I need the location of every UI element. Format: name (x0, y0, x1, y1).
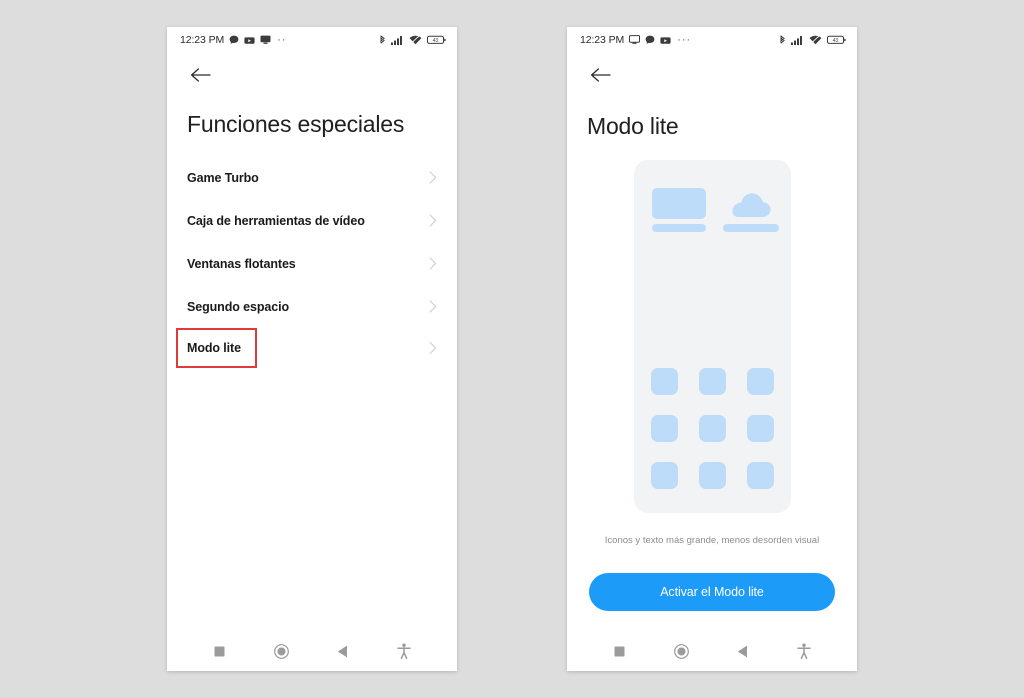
bluetooth-icon (780, 35, 785, 43)
chat-bubble-icon (229, 35, 239, 44)
app-icon-placeholder (746, 368, 774, 395)
cta-container: Activar el Modo lite (567, 573, 857, 611)
battery-icon: 43 (427, 35, 446, 44)
app-icon-placeholder (650, 462, 678, 489)
list-item-label: Game Turbo (187, 170, 259, 185)
battery-icon: 43 (827, 35, 846, 44)
list-item-label: Caja de herramientas de vídeo (187, 213, 365, 228)
page-title: Modo lite (587, 113, 679, 139)
app-icon-placeholder (650, 415, 678, 442)
list-item-game-turbo[interactable]: Game Turbo (187, 156, 437, 199)
back-triangle-icon[interactable] (328, 636, 358, 666)
status-bar: 12:23 PM ·· 43 (167, 27, 457, 53)
activate-modo-lite-button[interactable]: Activar el Modo lite (589, 573, 835, 611)
app-icon-placeholder (698, 415, 726, 442)
list-item-modo-lite[interactable]: Modo lite (176, 328, 437, 368)
list-item-caja-herramientas-video[interactable]: Caja de herramientas de vídeo (187, 199, 437, 242)
cast-screen-icon (260, 35, 271, 44)
app-icon-grid (650, 368, 774, 489)
bluetooth-icon (380, 35, 385, 43)
wifi-icon (809, 35, 822, 45)
accessibility-icon[interactable] (789, 636, 819, 666)
status-bar: 12:23 PM ··· 43 (567, 27, 857, 53)
home-circle-icon[interactable] (666, 636, 696, 666)
list-item-segundo-espacio[interactable]: Segundo espacio (187, 285, 437, 328)
status-bar-right: 43 (379, 35, 446, 46)
status-bar-left: 12:23 PM ·· (180, 34, 286, 46)
navigation-bar (167, 631, 457, 671)
app-icon-placeholder (698, 462, 726, 489)
status-bar-left: 12:23 PM ··· (580, 34, 691, 46)
cast-screen-icon (629, 35, 641, 44)
app-icon-placeholder (746, 415, 774, 442)
status-time: 12:23 PM (180, 34, 225, 46)
chevron-right-icon (429, 300, 437, 313)
home-circle-icon[interactable] (266, 636, 296, 666)
list-item-label: Modo lite (187, 341, 241, 355)
recents-square-icon[interactable] (205, 636, 235, 666)
status-time: 12:23 PM (580, 34, 625, 46)
app-icon-placeholder (698, 368, 726, 395)
back-triangle-icon[interactable] (728, 636, 758, 666)
chat-bubble-icon (645, 35, 655, 44)
bar-shape-left (651, 224, 706, 232)
list-item-label: Segundo espacio (187, 299, 289, 314)
back-row (567, 53, 857, 97)
signal-bars-icon (791, 36, 802, 45)
status-overflow-dots: ·· (277, 34, 287, 46)
page-title: Funciones especiales (187, 111, 405, 137)
app-icon-placeholder (650, 368, 678, 395)
list-item-label: Ventanas flotantes (187, 256, 296, 271)
chevron-right-icon (429, 341, 437, 355)
signal-bars-icon (391, 36, 402, 45)
back-arrow-icon[interactable] (587, 62, 613, 88)
wifi-icon (409, 35, 422, 45)
rounded-rectangle-shape (651, 188, 706, 219)
cloud-shape (731, 193, 771, 217)
status-overflow-dots: ··· (677, 34, 692, 46)
modo-lite-illustration (633, 160, 791, 513)
phone-screen-funciones-especiales: 12:23 PM ·· 43 Funciones especiales Game… (167, 27, 457, 671)
chevron-right-icon (429, 171, 437, 184)
chevron-right-icon (429, 257, 437, 270)
recents-square-icon[interactable] (605, 636, 635, 666)
back-arrow-icon[interactable] (187, 62, 213, 88)
back-row (167, 53, 457, 97)
illustration-caption: Iconos y texto más grande, menos desorde… (604, 535, 820, 546)
navigation-bar (567, 631, 857, 671)
accessibility-icon[interactable] (389, 636, 419, 666)
svg-text:43: 43 (433, 38, 439, 44)
phone-screen-modo-lite: 12:23 PM ··· 43 Modo lite Iconos y texto… (567, 27, 857, 671)
status-bar-right: 43 (779, 35, 846, 46)
video-icon (244, 36, 255, 44)
video-icon (660, 36, 671, 44)
bar-shape-right (722, 224, 779, 232)
chevron-right-icon (429, 214, 437, 227)
settings-list: Game Turbo Caja de herramientas de vídeo… (167, 156, 457, 500)
list-item-ventanas-flotantes[interactable]: Ventanas flotantes (187, 242, 437, 285)
svg-text:43: 43 (833, 38, 839, 44)
app-icon-placeholder (746, 462, 774, 489)
